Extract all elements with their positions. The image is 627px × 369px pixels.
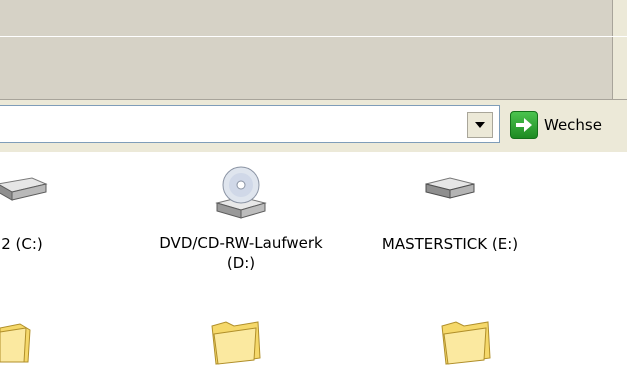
drive-e-label: MASTERSTICK (E:) bbox=[381, 235, 519, 253]
drive-d-label-line1: DVD/CD-RW-Laufwerk bbox=[159, 234, 323, 252]
folder-icon[interactable] bbox=[438, 318, 494, 366]
menu-bar-end bbox=[612, 0, 627, 36]
hard-disk-icon bbox=[0, 177, 48, 201]
drive-d-label-line2: (D:) bbox=[226, 254, 256, 272]
standard-toolbar bbox=[0, 37, 627, 100]
go-arrow-icon bbox=[510, 111, 538, 139]
folder-icon[interactable] bbox=[0, 318, 36, 364]
chevron-down-icon bbox=[475, 122, 485, 128]
toolbar-end bbox=[612, 37, 627, 99]
address-dropdown-button[interactable] bbox=[467, 112, 493, 138]
go-button-label: Wechse bbox=[544, 116, 602, 134]
drive-c[interactable]: 2 (C:) bbox=[0, 170, 62, 254]
removable-disk-icon bbox=[425, 177, 475, 199]
dvd-drive-icon bbox=[215, 166, 267, 219]
go-button[interactable]: Wechse bbox=[510, 110, 602, 140]
folder-icon[interactable] bbox=[208, 318, 264, 366]
menu-bar bbox=[0, 0, 627, 37]
drive-e[interactable]: MASTERSTICK (E:) bbox=[370, 170, 530, 254]
drive-d[interactable]: DVD/CD-RW-Laufwerk (D:) bbox=[126, 163, 356, 273]
drive-c-label: 2 (C:) bbox=[1, 235, 43, 253]
address-field[interactable] bbox=[0, 105, 500, 143]
